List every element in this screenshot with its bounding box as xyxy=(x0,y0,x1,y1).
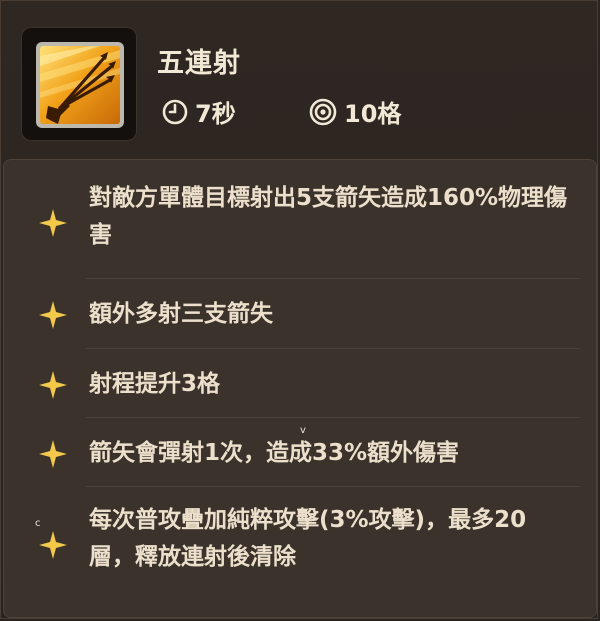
effect-item: 射程提升3格 xyxy=(4,364,596,414)
sparkle-star-icon xyxy=(39,209,67,237)
divider xyxy=(86,278,580,279)
effect-item: 對敵方單體目標射出5支箭矢造成160%物理傷害 xyxy=(4,176,596,268)
effect-item: 箭矢會彈射1次，造成33%額外傷害 xyxy=(4,433,596,483)
triple-arrow-skill-icon xyxy=(36,42,124,128)
effect-text: 額外多射三支箭失 xyxy=(89,301,273,327)
divider xyxy=(86,417,580,418)
effect-text: 箭矢會彈射1次，造成33%額外傷害 xyxy=(89,440,460,466)
skill-tooltip-panel: 五連射 7秒 10格 對敵方單體目標射出5支箭矢造成160%物理傷害 額外多射三… xyxy=(0,0,598,619)
effects-list: 對敵方單體目標射出5支箭矢造成160%物理傷害 額外多射三支箭失 射程提升3格 … xyxy=(3,159,597,618)
sparkle-star-icon xyxy=(39,531,67,559)
target-icon xyxy=(309,98,337,125)
range-value: 10格 xyxy=(344,100,402,128)
sparkle-star-icon xyxy=(39,440,67,468)
stray-mark-v: v xyxy=(300,425,306,436)
stray-mark-c: c xyxy=(35,518,41,529)
effect-item: 每次普攻疊加純粹攻擊(3%攻擊)，最多20層，釋放連射後清除 xyxy=(4,500,596,600)
effect-text: 射程提升3格 xyxy=(89,371,221,397)
skill-icon-frame xyxy=(21,27,137,141)
effect-text: 對敵方單體目標射出5支箭矢造成160%物理傷害 xyxy=(89,185,568,248)
sparkle-star-icon xyxy=(39,301,67,329)
cooldown-stat: 7秒 xyxy=(161,94,236,129)
sparkle-star-icon xyxy=(39,371,67,399)
divider xyxy=(86,486,580,487)
skill-name: 五連射 xyxy=(157,48,241,79)
cooldown-value: 7秒 xyxy=(195,100,236,128)
clock-icon xyxy=(162,99,188,124)
divider xyxy=(86,348,580,349)
effect-item: 額外多射三支箭失 xyxy=(4,294,596,344)
effect-text: 每次普攻疊加純粹攻擊(3%攻擊)，最多20層，釋放連射後清除 xyxy=(89,507,527,570)
range-stat: 10格 xyxy=(308,94,401,129)
